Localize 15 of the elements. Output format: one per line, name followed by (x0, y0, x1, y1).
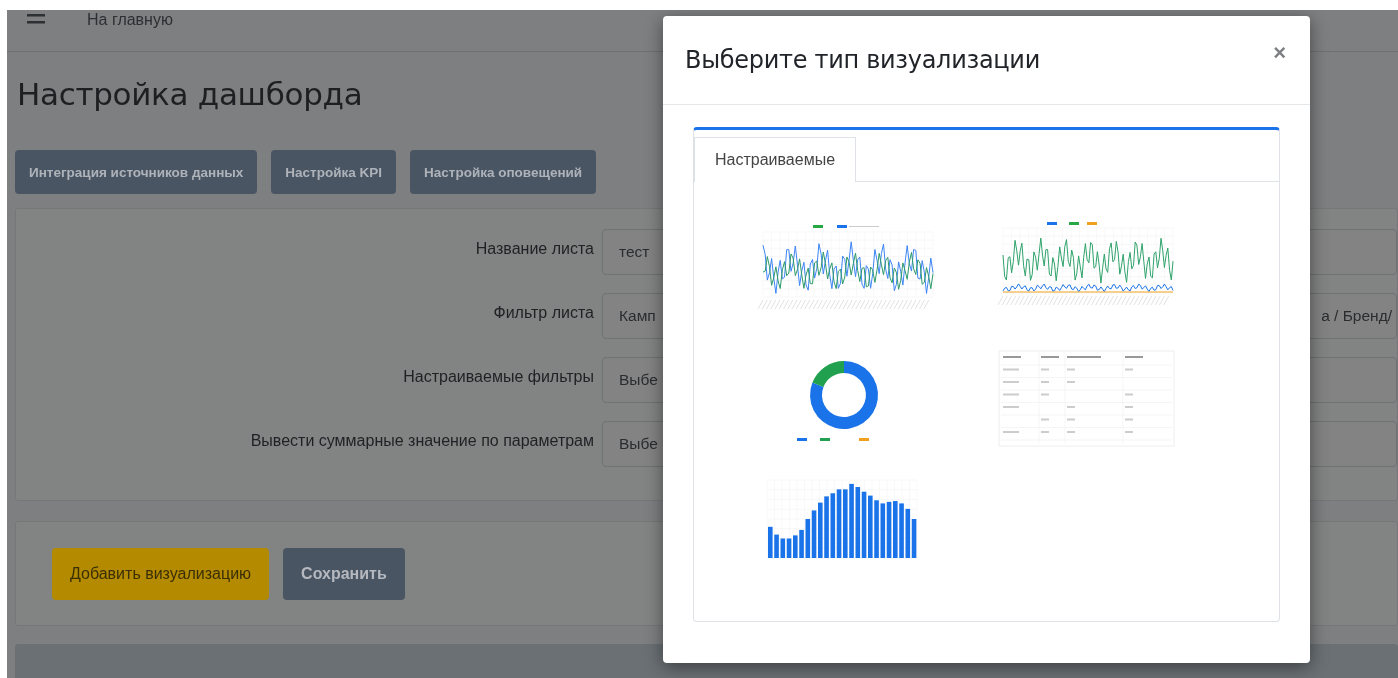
modal-title: Выберите тип визуализации (685, 46, 1040, 74)
save-button[interactable]: Сохранить (283, 547, 405, 600)
home-link[interactable]: На главную (87, 11, 173, 29)
field-label: Настраиваемые фильтры (402, 367, 594, 386)
field-label: Фильтр листа (492, 303, 594, 322)
tab[interactable]: Настраиваемые (694, 137, 857, 182)
field-label: Вывести суммарные значение по параметрам (249, 431, 594, 450)
nav-button[interactable]: Настройка оповещений (410, 150, 597, 194)
nav-button[interactable]: Настройка KPI (271, 150, 397, 194)
add-visualization-button[interactable]: Добавить визуализацию (52, 547, 270, 600)
field-label: Название листа (474, 239, 594, 258)
close-button[interactable]: × (1269, 40, 1290, 66)
page-title: Настройка дашборда (17, 76, 364, 112)
menu-icon[interactable] (27, 14, 47, 26)
nav-button[interactable]: Интеграция источников данных (15, 150, 258, 194)
